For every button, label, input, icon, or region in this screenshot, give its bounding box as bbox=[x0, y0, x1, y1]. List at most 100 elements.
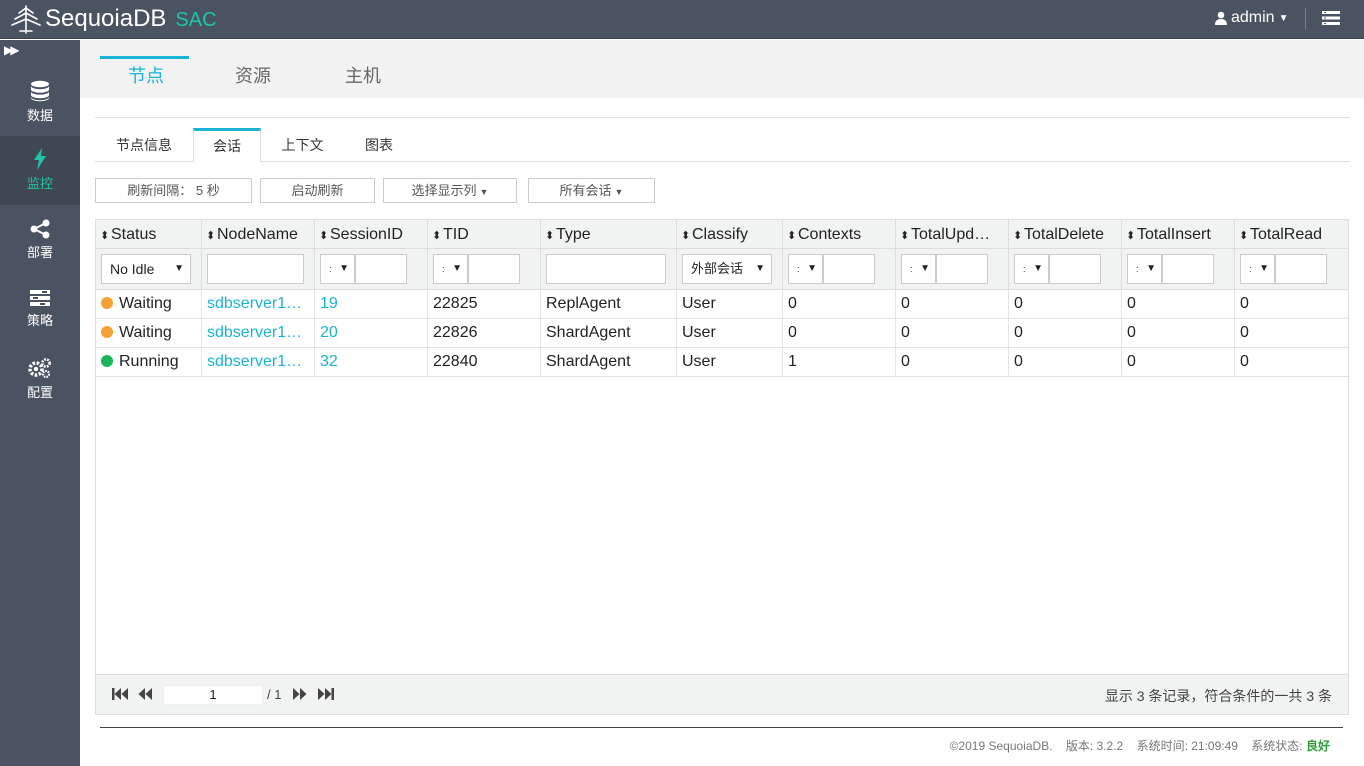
type-filter-input[interactable] bbox=[546, 254, 666, 284]
nodename-link[interactable]: sdbserver1… bbox=[202, 290, 315, 319]
totaldelete-cell: 0 bbox=[1009, 290, 1122, 319]
grid-header: ⬍ Status ⬍ NodeName ⬍ SessionID ⬍ TID ⬍ Type … bbox=[96, 220, 1348, 249]
totalread-cell: 0 bbox=[1240, 295, 1249, 312]
table-row[interactable]: Waiting sdbserver1… 19 22825 ReplAgent U… bbox=[96, 290, 1348, 319]
sort-icon: ⬍ bbox=[1013, 230, 1023, 242]
caret-down-icon: ▼ bbox=[920, 263, 930, 274]
grid-filter-row: No Idle ▼ : ▼ : ▼ 外部会话 ▼ : ▼ : ▼ : ▼: ▼… bbox=[96, 249, 1348, 290]
share-icon bbox=[30, 219, 50, 239]
column-header-totalread[interactable]: ⬍ TotalRead bbox=[1235, 220, 1348, 249]
sessionid-filter-input[interactable] bbox=[355, 254, 407, 284]
filter-cell bbox=[202, 249, 315, 290]
divider bbox=[1305, 8, 1306, 30]
all-sessions-label: 所有会话 bbox=[559, 183, 612, 198]
select-columns-button[interactable]: 选择显示列 ▼ bbox=[383, 178, 517, 203]
subtab-node-info[interactable]: 节点信息 bbox=[95, 128, 193, 162]
sessionid-filter-operator[interactable]: : ▼ bbox=[320, 254, 355, 284]
lightning-icon bbox=[34, 148, 46, 170]
contexts-cell: 1 bbox=[783, 348, 896, 377]
start-refresh-button[interactable]: 启动刷新 bbox=[260, 178, 375, 203]
sidebar-item-data[interactable]: 数据 bbox=[0, 76, 80, 144]
all-sessions-button[interactable]: 所有会话 ▼ bbox=[528, 178, 655, 203]
sessionid-link[interactable]: 32 bbox=[315, 348, 428, 377]
totaldelete-filter-input[interactable] bbox=[1049, 254, 1101, 284]
prev-page-icon[interactable] bbox=[138, 687, 152, 701]
status-filter-select[interactable]: No Idle ▼ bbox=[101, 254, 191, 284]
caret-down-icon: ▼ bbox=[479, 187, 489, 197]
sidebar-item-monitor[interactable]: 监控 bbox=[0, 136, 80, 205]
divider bbox=[95, 117, 1350, 118]
column-header-totalinsert[interactable]: ⬍ TotalInsert bbox=[1122, 220, 1235, 249]
totalupdate-filter-input[interactable] bbox=[936, 254, 988, 284]
tid-filter-input[interactable] bbox=[468, 254, 520, 284]
nodename-link[interactable]: sdbserver1… bbox=[202, 319, 315, 348]
classify-cell: User bbox=[677, 348, 783, 377]
totalinsert-filter-input[interactable] bbox=[1162, 254, 1214, 284]
classify-filter-select[interactable]: 外部会话 ▼ bbox=[682, 254, 772, 284]
status-cell: Running bbox=[96, 348, 202, 377]
caret-down-icon: ▼ bbox=[614, 187, 624, 197]
column-header-contexts[interactable]: ⬍ Contexts bbox=[783, 220, 896, 249]
totalinsert-cell: 0 bbox=[1122, 290, 1235, 319]
first-page-icon[interactable] bbox=[112, 687, 128, 701]
totalinsert-filter-operator[interactable]: : ▼ bbox=[1127, 254, 1162, 284]
column-header-classify[interactable]: ⬍ Classify bbox=[677, 220, 783, 249]
totalupdate-cell: 0 bbox=[896, 290, 1009, 319]
totalread-filter-input[interactable] bbox=[1275, 254, 1327, 284]
sessionid-link[interactable]: 19 bbox=[315, 290, 428, 319]
contexts-filter-operator[interactable]: : ▼ bbox=[788, 254, 823, 284]
database-icon bbox=[31, 80, 49, 102]
tab-node[interactable]: 节点 bbox=[128, 62, 164, 88]
subtab-session[interactable]: 会话 bbox=[193, 128, 261, 163]
select-columns-label: 选择显示列 bbox=[411, 183, 477, 198]
subtab-context[interactable]: 上下文 bbox=[265, 128, 340, 162]
user-menu[interactable]: admin ▼ bbox=[1215, 9, 1288, 27]
tid-filter-operator[interactable]: : ▼ bbox=[433, 254, 468, 284]
filter-cell: : ▼ bbox=[1009, 249, 1122, 290]
tab-host[interactable]: 主机 bbox=[345, 62, 381, 88]
page-number-input[interactable]: 1 bbox=[163, 685, 263, 705]
sidebar-toggle-icon[interactable]: ▶▶ bbox=[4, 43, 20, 57]
status-dot-icon bbox=[101, 355, 113, 367]
totalread-filter-operator[interactable]: : ▼ bbox=[1240, 254, 1275, 284]
nodename-filter-input[interactable] bbox=[207, 254, 304, 284]
filter-cell: : ▼ bbox=[428, 249, 541, 290]
column-header-nodename[interactable]: ⬍ NodeName bbox=[202, 220, 315, 249]
table-row[interactable]: Running sdbserver1… 32 22840 ShardAgent … bbox=[96, 348, 1348, 377]
system-status-value: 良好 bbox=[1305, 739, 1330, 753]
sort-icon: ⬍ bbox=[1126, 230, 1136, 242]
column-header-tid[interactable]: ⬍ TID bbox=[428, 220, 541, 249]
tab-resource[interactable]: 资源 bbox=[235, 62, 271, 88]
main-tabs: 节点 资源 主机 bbox=[80, 40, 1364, 98]
totalupdate-cell: 0 bbox=[896, 319, 1009, 348]
subtab-chart[interactable]: 图表 bbox=[345, 128, 413, 162]
sidebar-item-label: 策略 bbox=[26, 313, 53, 328]
nodename-link[interactable]: sdbserver1… bbox=[202, 348, 315, 377]
next-page-icon[interactable] bbox=[293, 687, 307, 701]
sidebar-item-deploy[interactable]: 部署 bbox=[0, 215, 80, 283]
menu-icon[interactable] bbox=[1322, 10, 1340, 26]
sidebar-item-config[interactable]: 配置 bbox=[0, 353, 80, 421]
sidebar-item-strategy[interactable]: 策略 bbox=[0, 284, 80, 352]
column-header-status[interactable]: ⬍ Status bbox=[96, 220, 202, 249]
sessionid-link[interactable]: 20 bbox=[315, 319, 428, 348]
status-cell: Waiting bbox=[96, 290, 202, 319]
tid-cell: 22825 bbox=[428, 290, 541, 319]
footer: ©2019 SequoiaDB. 版本: 3.2.2 系统时间: 21:09:4… bbox=[950, 737, 1330, 754]
totaldelete-filter-operator[interactable]: : ▼ bbox=[1014, 254, 1049, 284]
caret-down-icon: ▼ bbox=[1146, 263, 1156, 274]
logo-text: SequoiaDB bbox=[45, 5, 167, 32]
refresh-interval-button[interactable]: 刷新间隔： 5 秒 bbox=[95, 178, 252, 203]
sidebar: ▶▶ 数据 监控 部署 策略 配置 bbox=[0, 40, 80, 766]
column-header-totalupdate[interactable]: ⬍ TotalUpd… bbox=[896, 220, 1009, 249]
table-row[interactable]: Waiting sdbserver1… 20 22826 ShardAgent … bbox=[96, 319, 1348, 348]
logo[interactable]: SequoiaDB SAC bbox=[10, 4, 217, 34]
column-header-sessionid[interactable]: ⬍ SessionID bbox=[315, 220, 428, 249]
type-cell: ReplAgent bbox=[541, 290, 677, 319]
totalupdate-filter-operator[interactable]: : ▼ bbox=[901, 254, 936, 284]
chevron-down-icon: ▼ bbox=[1278, 12, 1289, 24]
column-header-type[interactable]: ⬍ Type bbox=[541, 220, 677, 249]
contexts-filter-input[interactable] bbox=[823, 254, 875, 284]
last-page-icon[interactable] bbox=[318, 687, 334, 701]
column-header-totaldelete[interactable]: ⬍ TotalDelete bbox=[1009, 220, 1122, 249]
